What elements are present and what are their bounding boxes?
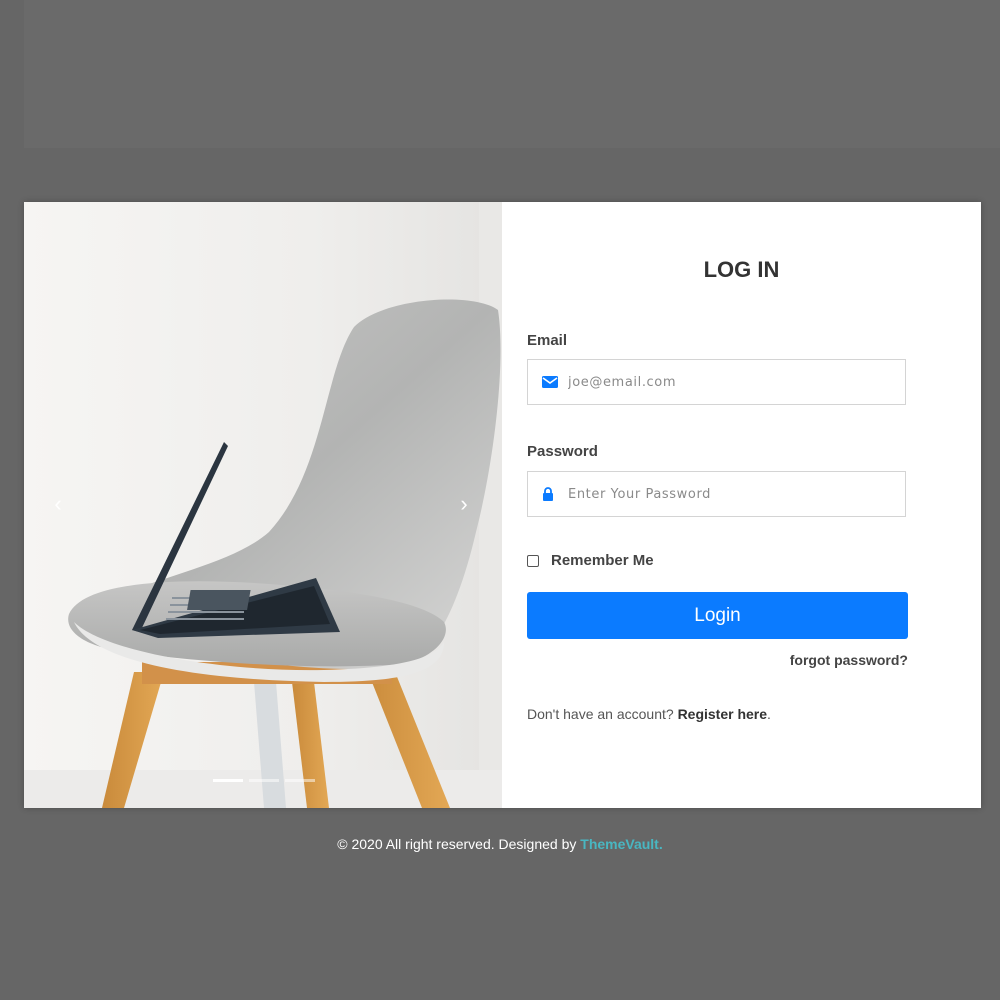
carousel-prev-icon[interactable]: ‹ [48, 492, 68, 516]
register-prompt: Don't have an account? Register here. [527, 706, 771, 722]
page-backdrop-band [24, 0, 1000, 148]
chair-laptop-image [24, 202, 502, 808]
carousel-next-icon[interactable]: › [454, 492, 474, 516]
register-link[interactable]: Register here [678, 706, 767, 722]
envelope-icon [542, 375, 558, 394]
footer-brand-link[interactable]: ThemeVault. [580, 836, 662, 852]
image-carousel[interactable]: ‹ › [24, 202, 502, 808]
remember-label[interactable]: Remember Me [551, 552, 654, 569]
carousel-indicator-1[interactable] [213, 779, 243, 782]
email-input[interactable] [568, 360, 898, 404]
lock-icon [542, 487, 554, 506]
password-label: Password [527, 443, 598, 460]
remember-checkbox[interactable] [527, 554, 539, 567]
password-input[interactable] [568, 472, 898, 516]
email-label: Email [527, 332, 568, 349]
register-prefix: Don't have an account? [527, 706, 674, 722]
footer-text: © 2020 All right reserved. Designed by [337, 836, 577, 852]
forgot-password-link[interactable]: forgot password? [527, 652, 908, 668]
register-suffix: . [767, 706, 771, 722]
carousel-indicator-3[interactable] [285, 779, 315, 782]
remember-me: Remember Me [527, 552, 654, 569]
login-button[interactable]: Login [527, 592, 908, 639]
password-field[interactable] [527, 471, 906, 517]
carousel-indicators [213, 779, 315, 782]
carousel-indicator-2[interactable] [249, 779, 279, 782]
form-title: LOG IN [703, 257, 780, 282]
page-footer: © 2020 All right reserved. Designed by T… [0, 836, 1000, 852]
email-field[interactable] [527, 359, 906, 405]
